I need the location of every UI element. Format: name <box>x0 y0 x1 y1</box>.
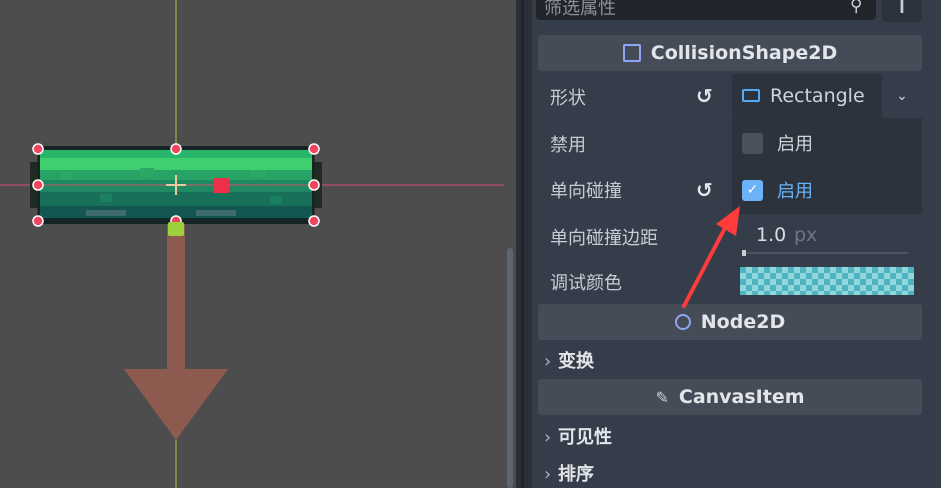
node2d-icon <box>674 314 691 330</box>
margin-unit: px <box>794 224 818 246</box>
brush-icon: ✎ <box>655 387 669 407</box>
fold-ordering[interactable]: › 排序 <box>544 460 594 486</box>
section-title: CanvasItem <box>678 386 805 408</box>
scene-canvas[interactable] <box>0 0 504 488</box>
section-title: CollisionShape2D <box>650 42 838 64</box>
debug-color-picker[interactable] <box>740 267 914 295</box>
one-way-margin-field[interactable]: 1.0 px <box>732 216 922 258</box>
margin-value: 1.0 <box>756 224 787 246</box>
filter-input[interactable]: 筛选属性 <box>536 0 876 20</box>
debug-color-label: 调试颜色 <box>550 273 622 294</box>
fold-label: 排序 <box>558 464 594 485</box>
shape-value: Rectangle <box>770 85 865 107</box>
one-way-handle[interactable] <box>168 222 184 236</box>
shape-select[interactable]: Rectangle ⌄ <box>732 74 922 118</box>
pivot-square[interactable] <box>214 178 229 193</box>
checkbox-checked-icon: ✓ <box>742 179 763 201</box>
canvas-viewport[interactable] <box>0 0 516 488</box>
filter-bar: 筛选属性 ⚲ ❙ <box>532 0 941 24</box>
fold-label: 变换 <box>558 351 594 372</box>
checkbox-label: 启用 <box>777 134 813 155</box>
fold-label: 可见性 <box>558 427 612 448</box>
margin-slider-track[interactable] <box>742 252 908 254</box>
one-way-checkbox[interactable]: ✓ 启用 <box>742 175 912 205</box>
checkbox-label: 启用 <box>777 181 813 202</box>
one-way-label: 单向碰撞 <box>550 181 622 202</box>
section-collisionshape2d[interactable]: CollisionShape2D <box>538 35 922 71</box>
revert-icon[interactable]: ↺ <box>696 178 713 202</box>
chevron-right-icon: › <box>544 464 552 485</box>
inspector-panel: 筛选属性 ⚲ ❙ CollisionShape2D 形状 ↺ Rectangle… <box>532 0 941 488</box>
fold-visibility[interactable]: › 可见性 <box>544 423 612 449</box>
one-way-margin-label: 单向碰撞边距 <box>550 228 658 249</box>
disabled-label: 禁用 <box>550 135 586 156</box>
wrench-icon: ❙ <box>895 0 909 13</box>
section-node2d[interactable]: Node2D <box>538 304 922 340</box>
rectangle-icon <box>742 89 760 102</box>
section-title: Node2D <box>700 311 786 333</box>
checkbox-unchecked-icon <box>742 132 763 154</box>
tools-button[interactable]: ❙ <box>882 0 922 22</box>
revert-icon[interactable]: ↺ <box>696 84 713 108</box>
checkbox-column: 启用 ✓ 启用 <box>732 118 922 214</box>
chevron-right-icon: › <box>544 351 552 372</box>
section-canvasitem[interactable]: ✎ CanvasItem <box>538 379 922 415</box>
chevron-right-icon: › <box>544 427 552 448</box>
collision-shape-icon <box>622 44 641 62</box>
chevron-down-icon[interactable]: ⌄ <box>880 74 922 118</box>
margin-slider-grabber[interactable] <box>742 250 746 256</box>
viewport-scrollbar[interactable] <box>504 0 516 488</box>
disabled-checkbox[interactable]: 启用 <box>742 128 912 158</box>
shape-label: 形状 <box>550 88 586 109</box>
search-icon: ⚲ <box>850 0 863 16</box>
scrollbar-thumb[interactable] <box>507 248 513 488</box>
fold-transform[interactable]: › 变换 <box>544 347 594 373</box>
panel-splitter[interactable] <box>516 0 532 488</box>
